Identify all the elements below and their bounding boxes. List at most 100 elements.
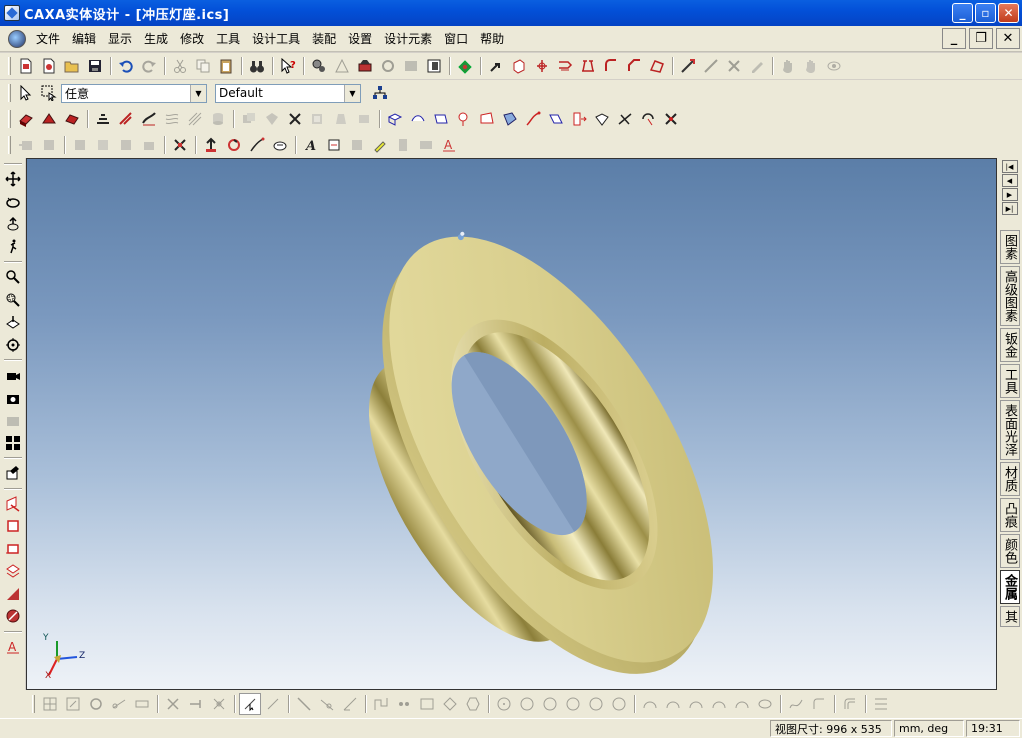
tab-metal[interactable]: 金属 xyxy=(999,570,1020,604)
feature-hatch-button[interactable] xyxy=(184,108,206,130)
annotation-table-button[interactable] xyxy=(415,134,437,156)
toolbar-grip[interactable] xyxy=(8,57,11,75)
stamped-lamp-base-model[interactable] xyxy=(285,183,782,690)
menu-help[interactable]: 帮助 xyxy=(474,28,510,50)
sketch-circle-2pt-button[interactable] xyxy=(516,693,538,715)
surface-tool-9-button[interactable] xyxy=(568,108,590,130)
boolean-subtract-button[interactable] xyxy=(261,108,283,130)
selection-filter-select[interactable]: 任意 ▼ xyxy=(61,83,207,103)
dimension-button[interactable] xyxy=(323,134,345,156)
menu-generate[interactable]: 生成 xyxy=(138,28,174,50)
sketch-corner-button[interactable] xyxy=(808,693,830,715)
doc-restore-button[interactable]: ❐ xyxy=(969,28,993,49)
maximize-button[interactable]: ▫ xyxy=(975,3,996,23)
pencil-button[interactable] xyxy=(746,55,768,77)
tab-surface-finish[interactable]: 表面光泽 xyxy=(999,400,1020,460)
chevron-down-icon[interactable]: ▼ xyxy=(190,84,206,102)
assemble-button[interactable] xyxy=(69,134,91,156)
feature-sweep-button[interactable] xyxy=(61,108,83,130)
feature-revolve-button[interactable] xyxy=(38,108,60,130)
text-style-button[interactable]: A xyxy=(438,134,460,156)
tab-sheet-metal[interactable]: 钣金 xyxy=(999,328,1020,362)
trim-button[interactable] xyxy=(2,515,24,537)
measure-button[interactable] xyxy=(677,55,699,77)
tab-color[interactable]: 颜色 xyxy=(999,534,1020,568)
close-button[interactable]: ✕ xyxy=(998,3,1019,23)
sketch-plane-button[interactable] xyxy=(62,693,84,715)
walk-through-button[interactable] xyxy=(2,236,24,258)
fillet-button[interactable] xyxy=(600,55,622,77)
chamfer-button[interactable] xyxy=(623,55,645,77)
tool-settings-button[interactable] xyxy=(723,55,745,77)
sketch-offset-button[interactable] xyxy=(839,693,861,715)
menu-edit[interactable]: 编辑 xyxy=(66,28,102,50)
sketch-arc-fillet-button[interactable] xyxy=(731,693,753,715)
surface-tool-6-button[interactable] xyxy=(499,108,521,130)
menu-design-elements[interactable]: 设计元素 xyxy=(378,28,438,50)
menu-design-tools[interactable]: 设计工具 xyxy=(246,28,306,50)
move-triad-button[interactable] xyxy=(200,134,222,156)
tab-tools[interactable]: 工具 xyxy=(999,364,1020,398)
insert-component-button[interactable] xyxy=(15,134,37,156)
sketch-point-button[interactable] xyxy=(393,693,415,715)
no-entry-button[interactable] xyxy=(2,605,24,627)
sketch-arc-2tan-button[interactable] xyxy=(708,693,730,715)
mate-button[interactable] xyxy=(138,134,160,156)
sketch-circle-tangent-button[interactable] xyxy=(562,693,584,715)
smart-dimension-button[interactable] xyxy=(346,134,368,156)
surface-tool-2-button[interactable] xyxy=(407,108,429,130)
rotate-hand-button[interactable] xyxy=(800,55,822,77)
feature-thread-button[interactable] xyxy=(161,108,183,130)
feature-extrude-button[interactable] xyxy=(15,108,37,130)
save-button[interactable] xyxy=(84,55,106,77)
doc-minimize-button[interactable]: _ xyxy=(942,28,966,49)
highlight-button[interactable] xyxy=(369,134,391,156)
disassemble-button[interactable] xyxy=(92,134,114,156)
sketch-arc-3pt-button[interactable] xyxy=(639,693,661,715)
select-region-button[interactable] xyxy=(38,82,60,104)
smart-paint-button[interactable] xyxy=(2,462,24,484)
annotation-box-button[interactable] xyxy=(392,134,414,156)
paste-button[interactable] xyxy=(215,55,237,77)
zoom-button[interactable] xyxy=(2,266,24,288)
menu-view[interactable]: 显示 xyxy=(102,28,138,50)
pan-hand-button[interactable] xyxy=(777,55,799,77)
toolbar-grip[interactable] xyxy=(32,695,35,713)
rotate-part-button[interactable] xyxy=(223,134,245,156)
sketch-circle-2tan-button[interactable] xyxy=(608,693,630,715)
constraint-button[interactable] xyxy=(115,134,137,156)
multi-view-button[interactable] xyxy=(2,432,24,454)
surface-tool-13-button[interactable] xyxy=(660,108,682,130)
align-button[interactable] xyxy=(246,134,268,156)
doc-close-button[interactable]: ✕ xyxy=(996,28,1020,49)
sketch-circle-loop-button[interactable] xyxy=(85,693,107,715)
next-page-button[interactable]: ▶ xyxy=(1001,188,1018,201)
orbit-button[interactable] xyxy=(2,191,24,213)
toolbar-grip[interactable] xyxy=(8,136,11,154)
redo-button[interactable] xyxy=(138,55,160,77)
last-page-button[interactable]: ▶| xyxy=(1001,202,1018,215)
attach-button[interactable] xyxy=(269,134,291,156)
menu-settings[interactable]: 设置 xyxy=(342,28,378,50)
view-point-button[interactable] xyxy=(2,334,24,356)
sketch-grid-button[interactable] xyxy=(39,693,61,715)
new-file-button[interactable] xyxy=(15,55,37,77)
sketch-dimension-button[interactable] xyxy=(262,693,284,715)
minimize-button[interactable]: _ xyxy=(952,3,973,23)
camera-dolly-button[interactable] xyxy=(2,409,24,431)
offset-button[interactable] xyxy=(2,583,24,605)
sketch-trim-button[interactable] xyxy=(208,693,230,715)
sketch-constraint-button[interactable] xyxy=(239,693,261,715)
prev-page-button[interactable]: ◀ xyxy=(1001,174,1018,187)
surface-tool-10-button[interactable] xyxy=(591,108,613,130)
design-tree-button[interactable] xyxy=(308,55,330,77)
surface-tool-11-button[interactable] xyxy=(614,108,636,130)
section-view-button[interactable] xyxy=(2,493,24,515)
text-button[interactable]: A xyxy=(2,636,24,658)
model-canvas[interactable] xyxy=(27,159,997,690)
dynamic-rotate-button[interactable] xyxy=(2,213,24,235)
sketch-arc-center-button[interactable] xyxy=(662,693,684,715)
feature-pattern-button[interactable] xyxy=(115,108,137,130)
feature-loft-button[interactable] xyxy=(92,108,114,130)
surface-tool-7-button[interactable] xyxy=(522,108,544,130)
